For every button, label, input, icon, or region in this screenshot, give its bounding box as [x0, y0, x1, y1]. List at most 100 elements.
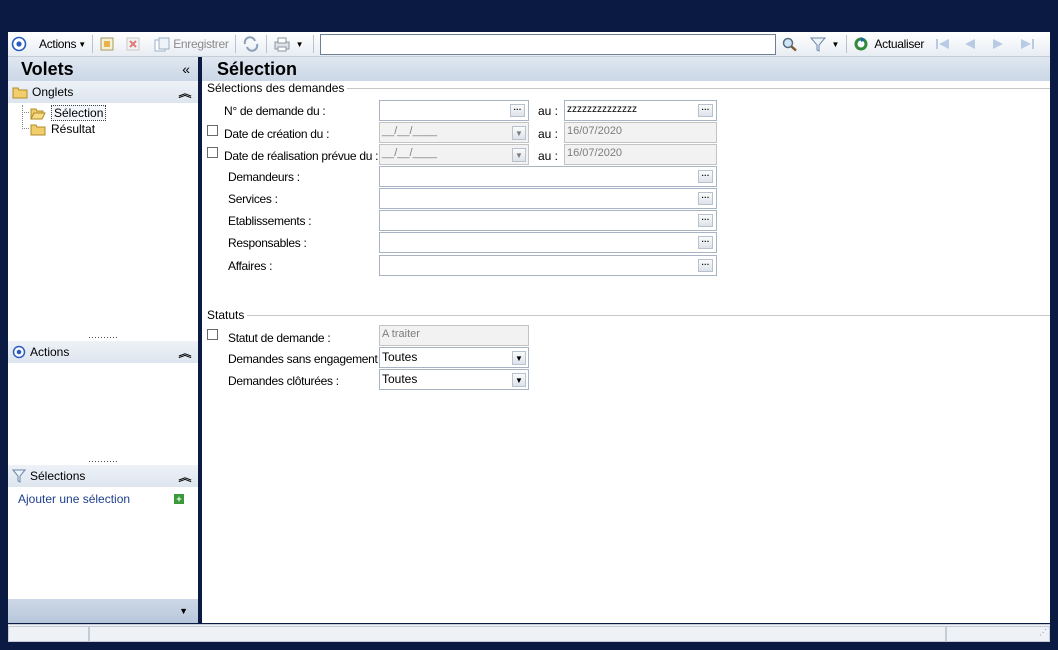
date-creation-to-field[interactable]: 16/07/2020 — [564, 122, 717, 143]
date-realisation-checkbox[interactable] — [207, 147, 218, 158]
group-title: Sélections des demandes — [207, 81, 345, 95]
chevron-up-icon[interactable]: ︽ — [179, 85, 192, 100]
actions-pane — [8, 363, 198, 459]
actions-header[interactable]: Actions ︽ — [8, 341, 198, 363]
toolbar-separator — [92, 35, 94, 53]
tree-item-label: Sélection — [51, 105, 107, 121]
left-panel: Volets « Onglets ︽ Sélection Résultat ··… — [8, 57, 198, 623]
onglets-header[interactable]: Onglets ︽ — [8, 81, 198, 103]
page-title: Sélection — [202, 57, 1050, 81]
filter-dropdown-icon[interactable]: ▼ — [832, 40, 840, 49]
etablissements-field[interactable]: ··· — [379, 210, 717, 231]
browse-button[interactable]: ··· — [698, 170, 713, 183]
toolbar-separator — [846, 35, 848, 53]
selections-header[interactable]: Sélections ︽ — [8, 465, 198, 487]
num-demande-to-field[interactable]: zzzzzzzzzzzzzz ··· — [564, 100, 717, 121]
tree-connector — [22, 112, 29, 113]
volets-header: Volets « — [8, 57, 198, 81]
add-selection-link[interactable]: Ajouter une sélection + — [8, 489, 198, 509]
status-cell — [8, 626, 89, 642]
date-realisation-from-field[interactable]: __/__/____ ▼ — [379, 144, 529, 165]
au-label: au : — [538, 104, 559, 118]
save-label: Enregistrer — [173, 37, 229, 51]
statut-label: Statut de demande : — [228, 331, 331, 345]
onglets-label: Onglets — [32, 85, 74, 99]
actions-menu-icon[interactable] — [8, 34, 30, 55]
browse-button[interactable]: ··· — [698, 104, 713, 117]
print-dropdown-icon[interactable]: ▼ — [296, 40, 304, 49]
tree-item-resultat[interactable]: Résultat — [30, 122, 95, 136]
chevron-down-icon[interactable]: ▼ — [179, 606, 188, 616]
sync-icon[interactable] — [239, 34, 263, 55]
date-creation-from-field[interactable]: __/__/____ ▼ — [379, 122, 529, 143]
browse-button[interactable]: ··· — [698, 259, 713, 272]
browse-button[interactable]: ··· — [698, 192, 713, 205]
browse-button[interactable]: ··· — [698, 236, 713, 249]
actions-icon — [12, 345, 26, 359]
date-realisation-to-field[interactable]: 16/07/2020 — [564, 144, 717, 165]
chevron-down-icon[interactable]: ▼ — [512, 148, 526, 162]
toolbar-separator — [265, 35, 267, 53]
browse-button[interactable]: ··· — [510, 104, 525, 117]
status-bar: ⋰ — [8, 624, 1050, 642]
affaires-field[interactable]: ··· — [379, 255, 717, 276]
responsables-label: Responsables : — [228, 236, 307, 250]
refresh-button[interactable]: Actualiser — [850, 34, 927, 55]
responsables-field[interactable]: ··· — [379, 232, 717, 253]
refresh-label: Actualiser — [874, 37, 925, 51]
folder-icon — [30, 122, 46, 136]
save-icon — [153, 36, 171, 52]
last-page-icon[interactable] — [1015, 34, 1039, 55]
chevron-down-icon: ▼ — [78, 39, 87, 49]
tree-item-selection[interactable]: Sélection — [30, 105, 107, 121]
num-demande-label: N° de demande du : — [224, 104, 326, 118]
num-demande-from-field[interactable]: ··· — [379, 100, 529, 121]
demandeurs-field[interactable]: ··· — [379, 166, 717, 187]
print-icon[interactable] — [270, 34, 294, 55]
add-selection-label: Ajouter une sélection — [18, 492, 131, 506]
chevron-down-icon[interactable]: ▼ — [512, 351, 526, 365]
resize-grip-icon[interactable]: ⋰ — [1039, 628, 1047, 637]
save-button[interactable]: Enregistrer — [150, 34, 231, 55]
statut-checkbox[interactable] — [207, 329, 218, 340]
filter-icon[interactable] — [806, 34, 830, 55]
chevron-down-icon[interactable]: ▼ — [512, 126, 526, 140]
panel-menu-bar[interactable]: ▼ — [8, 599, 198, 623]
au-label: au : — [538, 127, 559, 141]
toolbar-separator — [234, 35, 236, 53]
group-selections-demandes: Sélections des demandes — [207, 81, 1050, 95]
first-page-icon[interactable] — [931, 34, 955, 55]
next-page-icon[interactable] — [987, 34, 1009, 55]
tree-item-label: Résultat — [51, 122, 96, 136]
sans-engagement-select[interactable]: Toutes ▼ — [379, 347, 529, 368]
date-creation-checkbox[interactable] — [207, 125, 218, 136]
statut-field[interactable]: A traiter — [379, 325, 529, 346]
search-input[interactable] — [319, 33, 776, 55]
browse-button[interactable]: ··· — [698, 214, 713, 227]
toolbar-separator — [312, 35, 314, 53]
chevron-down-icon[interactable]: ▼ — [512, 373, 526, 387]
collapse-panel-icon[interactable]: « — [182, 61, 190, 77]
etablissements-label: Etablissements : — [228, 214, 312, 228]
cloturees-select[interactable]: Toutes ▼ — [379, 369, 529, 390]
previous-page-icon[interactable] — [959, 34, 981, 55]
tree-connector — [22, 128, 29, 129]
delete-icon[interactable] — [122, 34, 144, 55]
sans-engagement-label: Demandes sans engagement : — [228, 352, 384, 366]
toolbar: Actions ▼ Enregistrer ▼ ▼ Actualiser — [8, 32, 1050, 57]
actions-menu-button[interactable]: Actions ▼ — [36, 34, 89, 55]
actions-menu-label: Actions — [39, 37, 77, 51]
add-icon[interactable]: + — [174, 494, 184, 504]
new-icon[interactable] — [96, 34, 118, 55]
main-panel: Sélection Sélections des demandes N° de … — [202, 57, 1050, 623]
services-label: Services : — [228, 192, 278, 206]
actions-pane-label: Actions — [30, 345, 70, 359]
folder-icon — [12, 85, 28, 99]
open-folder-icon — [30, 106, 46, 120]
chevron-up-icon[interactable]: ︽ — [179, 345, 192, 360]
chevron-up-icon[interactable]: ︽ — [179, 469, 192, 484]
date-realisation-label: Date de réalisation prévue du : — [224, 149, 379, 163]
date-creation-label: Date de création du : — [224, 127, 330, 141]
services-field[interactable]: ··· — [379, 188, 717, 209]
search-icon[interactable] — [778, 34, 802, 55]
